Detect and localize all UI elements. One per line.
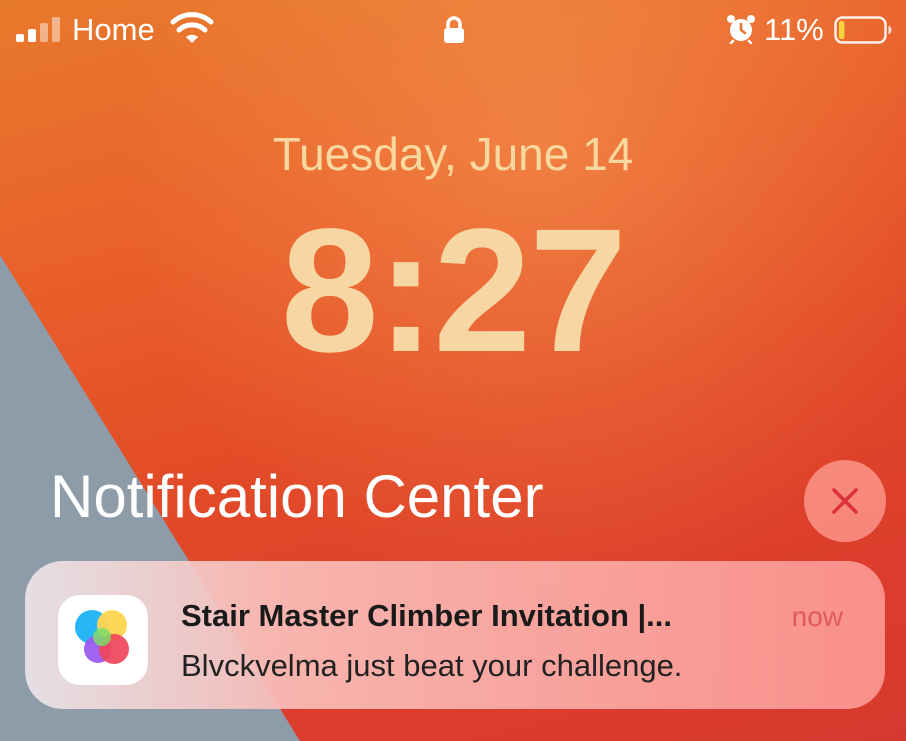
close-icon [832, 488, 858, 514]
lock-screen-date: Tuesday, June 14 [272, 128, 634, 180]
notification-time: now [791, 601, 843, 632]
game-center-icon [58, 595, 148, 685]
carrier-name: Home [72, 12, 155, 47]
battery-percentage: 11% [764, 12, 824, 47]
clear-notifications-button[interactable] [804, 460, 886, 542]
lock-screen-clock: 8:27 [280, 193, 627, 389]
status-bar: Home 11% [0, 0, 906, 62]
notification-title: Stair Master Climber Invitation |... [181, 598, 673, 633]
notification-card[interactable]: Stair Master Climber Invitation |... now… [25, 561, 885, 709]
signal-icon [16, 16, 66, 42]
notification-body: Blvckvelma just beat your challenge. [181, 648, 683, 683]
wifi-icon [170, 12, 214, 43]
alarm-icon [727, 15, 755, 44]
lock-icon [444, 16, 464, 43]
lock-screen: Home 11% Tuesday, June 14 8:27 Notificat… [0, 0, 906, 741]
notification-center-title: Notification Center [50, 463, 544, 530]
battery-icon [834, 16, 892, 44]
